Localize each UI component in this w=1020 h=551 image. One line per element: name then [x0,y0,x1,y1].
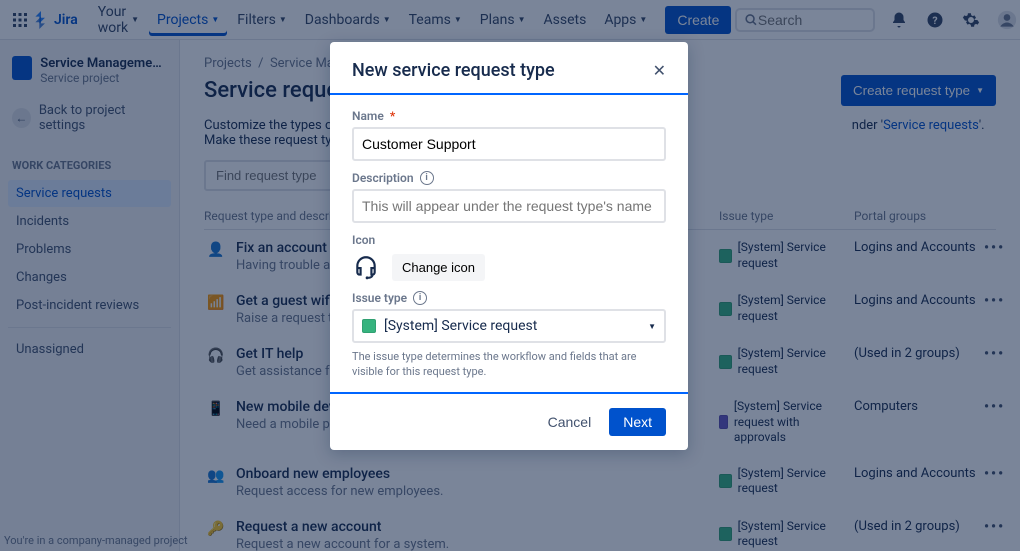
icon-label: Icon [352,233,666,247]
info-icon[interactable]: i [420,171,434,185]
issue-type-label: Issue type i [352,291,666,305]
description-input[interactable] [352,189,666,223]
issue-type-helper: The issue type determines the workflow a… [352,349,666,380]
info-icon[interactable]: i [413,291,427,305]
cancel-button[interactable]: Cancel [538,408,602,436]
description-label: Description i [352,171,666,185]
new-request-type-modal: New service request type ✕ Name * Descri… [330,42,688,450]
issue-type-value: [System] Service request [384,318,537,334]
name-label: Name * [352,109,666,123]
chevron-down-icon: ▼ [648,322,656,331]
issue-type-badge-icon [362,319,376,333]
modal-title: New service request type [352,60,555,81]
change-icon-button[interactable]: Change icon [392,254,485,281]
headset-icon [352,253,380,281]
issue-type-select[interactable]: [System] Service request ▼ [352,309,666,343]
next-button[interactable]: Next [609,408,666,436]
close-icon[interactable]: ✕ [653,61,666,80]
name-input[interactable] [352,127,666,161]
